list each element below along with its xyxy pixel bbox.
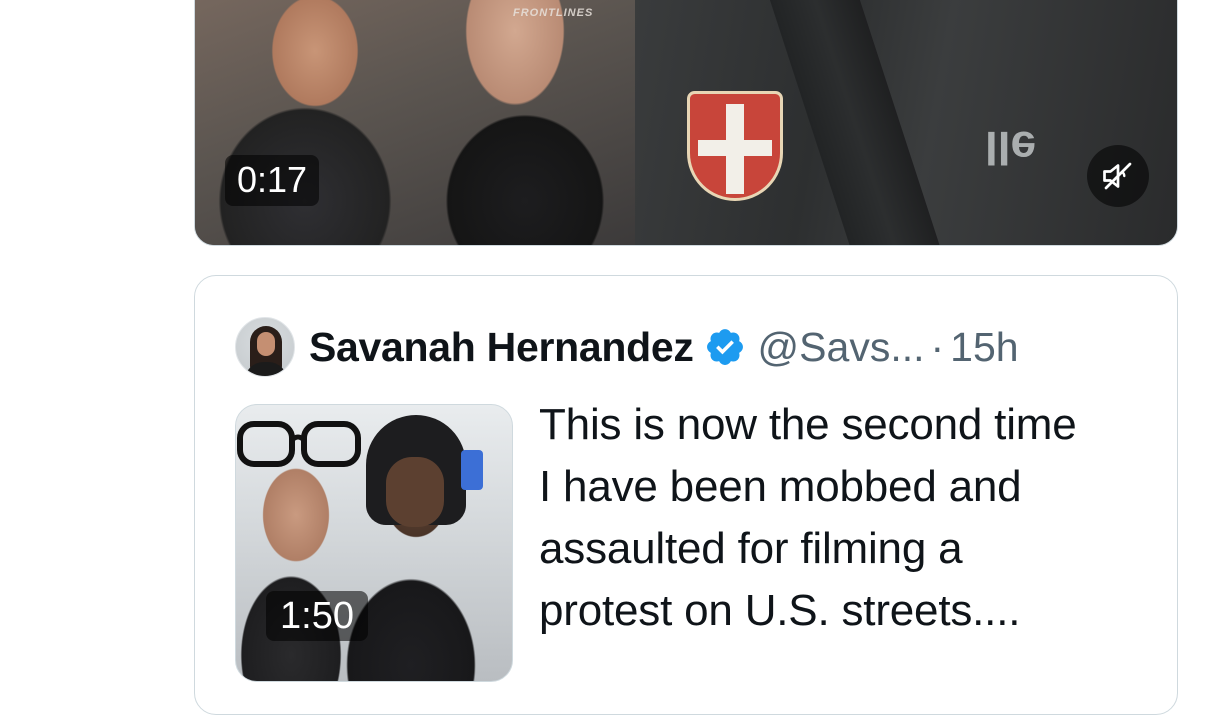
speaker-muted-icon xyxy=(1103,162,1132,190)
tweet-text-line: protest on U.S. streets.... xyxy=(539,586,1021,635)
author-handle[interactable]: @Savs... xyxy=(758,324,925,371)
separator-dot: · xyxy=(930,323,945,370)
quoted-video-thumbnail[interactable]: 1:50 xyxy=(235,404,513,682)
tweet-text-line: This is now the second time xyxy=(539,400,1077,449)
tweet-timestamp[interactable]: 15h xyxy=(950,324,1018,371)
tweet-text-line: assaulted for filming a xyxy=(539,524,963,573)
jacket-logo: lle xyxy=(985,122,1037,174)
bag-strap xyxy=(760,0,940,245)
tweet-text: This is now the second time I have been … xyxy=(539,394,1159,642)
video-duration-badge: 1:50 xyxy=(266,591,368,641)
embedded-video[interactable]: FRONTLINES lle 0:17 xyxy=(194,0,1178,246)
video-duration-badge: 0:17 xyxy=(225,155,320,206)
tweet-text-line: I have been mobbed and xyxy=(539,462,1022,511)
avatar[interactable] xyxy=(235,317,295,377)
quoted-tweet[interactable]: Savanah Hernandez @Savs... · 15h 1:50 Th… xyxy=(194,275,1178,715)
quoted-tweet-header: Savanah Hernandez @Savs... · 15h xyxy=(235,316,1019,378)
video-frame-left: FRONTLINES xyxy=(195,0,635,245)
video-watermark: FRONTLINES xyxy=(513,7,594,19)
verified-badge-icon xyxy=(706,329,743,365)
shield-patch xyxy=(687,91,783,201)
author-name[interactable]: Savanah Hernandez xyxy=(309,324,694,371)
video-frame-right: lle xyxy=(635,0,1177,245)
mute-button[interactable] xyxy=(1087,145,1149,207)
